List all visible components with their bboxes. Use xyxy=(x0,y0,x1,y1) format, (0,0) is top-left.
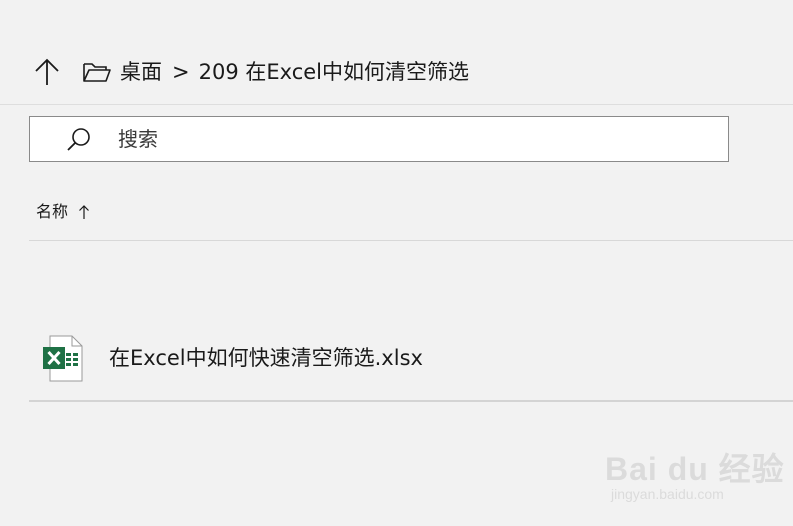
search-icon xyxy=(67,128,90,151)
breadcrumb-separator: > xyxy=(172,60,190,84)
breadcrumb-item-current-folder[interactable]: 209 在Excel中如何清空筛选 xyxy=(199,58,469,86)
navigate-up-icon[interactable] xyxy=(33,57,61,87)
excel-file-icon xyxy=(43,335,83,382)
sort-ascending-icon xyxy=(79,205,89,219)
file-name: 在Excel中如何快速清空筛选.xlsx xyxy=(109,346,423,370)
path-bar: 桌面 > 209 在Excel中如何清空筛选 xyxy=(0,40,793,105)
breadcrumb-item-desktop[interactable]: 桌面 xyxy=(120,58,162,86)
column-header-name[interactable]: 名称 xyxy=(36,201,90,223)
watermark-logo: Bai du 经验 xyxy=(605,451,785,487)
search-input[interactable] xyxy=(118,125,698,153)
file-list-item[interactable]: 在Excel中如何快速清空筛选.xlsx xyxy=(29,318,793,402)
column-header-row: 名称 xyxy=(29,184,793,241)
search-box[interactable] xyxy=(29,116,729,162)
column-header-name-label: 名称 xyxy=(36,202,69,221)
watermark-url: jingyan.baidu.com xyxy=(611,486,724,502)
breadcrumb: 桌面 > 209 在Excel中如何清空筛选 xyxy=(120,58,469,86)
folder-open-icon xyxy=(83,63,111,82)
baidu-jingyan-watermark: Bai du 经验 jingyan.baidu.com xyxy=(605,440,785,515)
